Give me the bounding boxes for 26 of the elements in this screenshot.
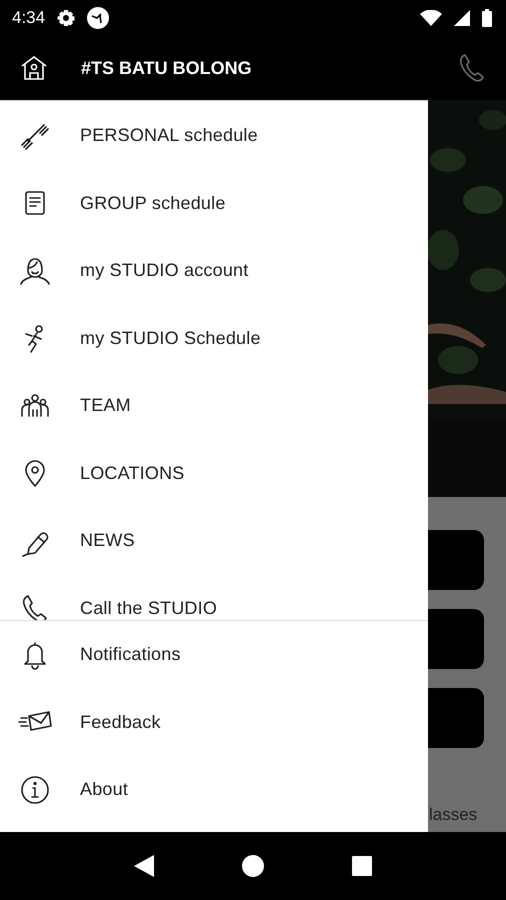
menu-item[interactable]: my STUDIO account	[80, 260, 248, 282]
battery-icon	[482, 9, 492, 27]
gear-icon	[57, 9, 76, 27]
phone-icon[interactable]	[458, 53, 486, 83]
menu-tile[interactable]	[428, 530, 484, 590]
menu-tile[interactable]	[428, 609, 484, 669]
menu-item[interactable]: GROUP schedule	[80, 192, 226, 214]
clock: 4:34	[12, 8, 46, 28]
menu-item[interactable]: my STUDIO Schedule	[80, 328, 261, 349]
wifi-icon	[420, 10, 442, 26]
signal-icon	[454, 10, 470, 26]
menu-item[interactable]: About	[80, 779, 128, 800]
menu-tile[interactable]	[428, 688, 484, 748]
section-label: lasses	[429, 805, 478, 825]
menu-item[interactable]: Call the STUDIO	[80, 598, 218, 619]
back-icon[interactable]	[134, 855, 154, 877]
menu-item[interactable]: NEWS	[80, 530, 135, 552]
house-icon[interactable]	[20, 54, 48, 82]
home-icon[interactable]	[242, 855, 264, 877]
app-logo-icon	[87, 7, 110, 29]
menu-item[interactable]: LOCATIONS	[80, 462, 184, 484]
app-title: #TS BATU BOLONG	[81, 58, 253, 78]
menu-item[interactable]: TEAM	[80, 395, 131, 416]
menu-item[interactable]: Notifications	[80, 644, 181, 666]
menu-item[interactable]: Feedback	[80, 712, 161, 733]
menu-item[interactable]: PERSONAL schedule	[80, 125, 258, 146]
